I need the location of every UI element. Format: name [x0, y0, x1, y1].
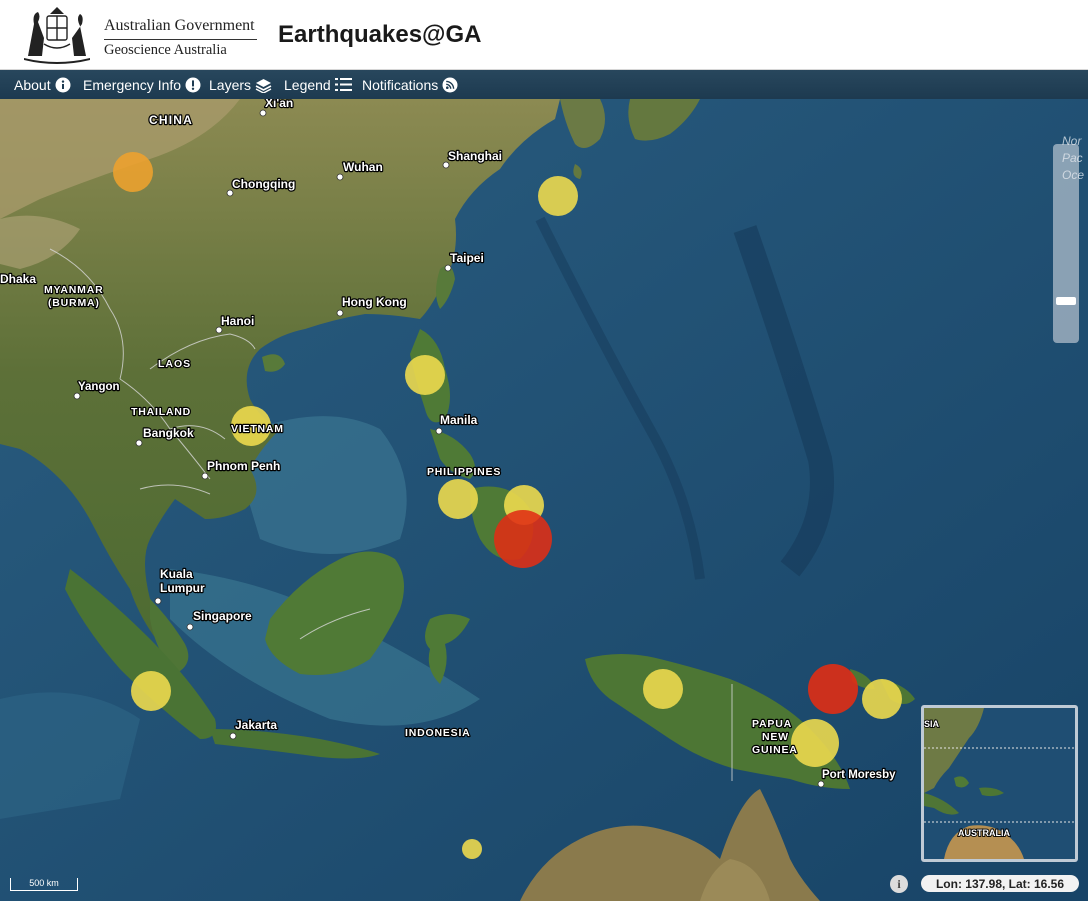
zoom-slider[interactable]: [1053, 144, 1079, 343]
earthquake-marker: [462, 839, 482, 859]
nav-legend[interactable]: Legend: [284, 70, 352, 99]
exclamation-circle-icon: [185, 77, 201, 92]
map-label: Xi'an: [265, 99, 293, 110]
map-label: Kuala: [160, 567, 193, 581]
map-label: LAOS: [158, 358, 191, 370]
map-label: GUINEA: [752, 744, 798, 756]
earthquake-marker: [643, 669, 683, 709]
map-label: Hanoi: [221, 314, 254, 328]
government-name: Australian Government: [104, 17, 255, 34]
map-label: MYANMAR: [44, 284, 103, 296]
overview-map[interactable]: SIA AUSTRALIA: [921, 705, 1078, 862]
nav-about-label: About: [14, 76, 51, 93]
map-label: Port Moresby: [822, 769, 896, 781]
map-label: Taipei: [450, 251, 484, 265]
nav-legend-label: Legend: [284, 76, 331, 93]
layers-icon: [255, 78, 272, 93]
map-label: Phnom Penh: [207, 459, 280, 473]
rss-icon: [442, 77, 458, 92]
earthquake-marker: [131, 671, 171, 711]
map-label: Hong Kong: [342, 295, 407, 309]
map-label: Bangkok: [143, 426, 194, 440]
info-circle-icon: [55, 77, 71, 92]
earthquake-marker: [494, 510, 552, 568]
map-label: NEW: [762, 731, 789, 743]
map-label: INDONESIA: [405, 727, 471, 739]
nav-bar: About Emergency Info Layers Legend Notif…: [0, 70, 1088, 99]
map-label: Jakarta: [235, 718, 277, 732]
nav-notifications[interactable]: Notifications: [362, 70, 458, 99]
earthquake-marker: [438, 479, 478, 519]
map-label: CHINA: [149, 113, 193, 127]
earthquake-marker: [405, 355, 445, 395]
earthquake-marker: [808, 664, 858, 714]
earthquake-marker: [538, 176, 578, 216]
map-label: VIETNAM: [231, 423, 284, 435]
overview-label: AUSTRALIA: [958, 828, 1010, 838]
app-title: Earthquakes@GA: [278, 21, 482, 48]
overview-edge-label: SIA: [924, 719, 940, 729]
zoom-slider-handle[interactable]: [1056, 296, 1076, 305]
overview-map-image: SIA AUSTRALIA: [924, 708, 1075, 859]
nav-layers[interactable]: Layers: [209, 70, 272, 99]
map-label: PHILIPPINES: [427, 466, 501, 478]
map-label: Yangon: [78, 381, 120, 393]
map-label: Wuhan: [343, 160, 383, 174]
earthquake-marker: [113, 152, 153, 192]
earthquake-marker: [791, 719, 839, 767]
nav-emergency-label: Emergency Info: [83, 76, 182, 93]
map-label: THAILAND: [131, 406, 191, 418]
scale-bar: 500 km: [10, 878, 78, 891]
map-label: PAPUA: [752, 718, 792, 730]
coat-of-arms-icon: [24, 7, 90, 64]
map-label: (BURMA): [48, 297, 100, 309]
app-header: Australian Government Geoscience Austral…: [0, 0, 1088, 70]
map-label: Singapore: [193, 609, 252, 623]
nav-layers-label: Layers: [209, 76, 252, 93]
map-label: Manila: [440, 413, 478, 427]
agency-name: Geoscience Australia: [104, 42, 227, 58]
list-icon: [334, 78, 352, 91]
map-label: Shanghai: [448, 149, 502, 163]
map-label: Lumpur: [160, 581, 205, 595]
map-label: Chongqing: [232, 177, 295, 191]
nav-notifications-label: Notifications: [362, 76, 439, 93]
map-label: Dhaka: [0, 272, 36, 286]
nav-emergency-info[interactable]: Emergency Info: [83, 70, 201, 99]
earthquake-marker: [862, 679, 902, 719]
coordinate-readout: Lon: 137.98, Lat: 16.56: [921, 875, 1079, 892]
map-info-button[interactable]: i: [890, 875, 908, 893]
header-divider: [104, 39, 257, 40]
nav-about[interactable]: About: [14, 70, 71, 99]
